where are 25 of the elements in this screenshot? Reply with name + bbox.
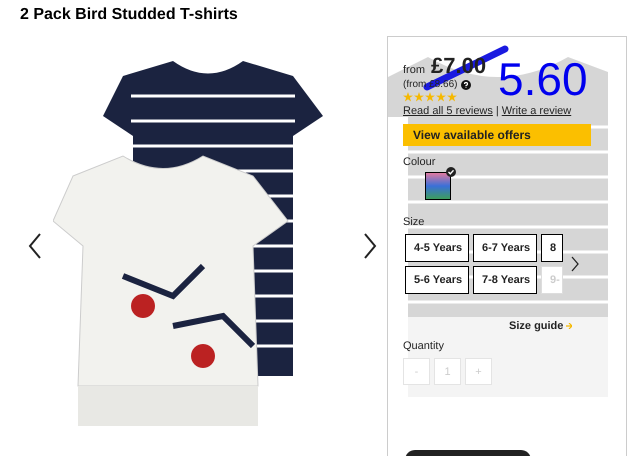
- arrow-icon: [566, 323, 572, 329]
- star-icon: [425, 92, 435, 102]
- product-title: 2 Pack Bird Studded T-shirts: [20, 6, 239, 25]
- size-option[interactable]: 8: [541, 234, 563, 262]
- write-review-link[interactable]: Write a review: [502, 105, 572, 117]
- star-icon: [403, 92, 413, 102]
- size-option[interactable]: 7-8 Years: [473, 266, 537, 294]
- separator: |: [496, 105, 499, 117]
- size-option[interactable]: 5-6 Years: [405, 266, 469, 294]
- read-reviews-link[interactable]: Read all 5 reviews: [403, 105, 493, 117]
- size-label: Size: [403, 216, 426, 228]
- view-offers-button[interactable]: View available offers: [403, 124, 591, 146]
- size-option[interactable]: 6-7 Years: [473, 234, 537, 262]
- from-label: from: [403, 64, 425, 76]
- star-icon: [436, 92, 446, 102]
- check-icon: [446, 167, 456, 177]
- size-guide-link[interactable]: Size guide: [509, 320, 572, 332]
- quantity-label: Quantity: [403, 340, 445, 352]
- colour-swatch[interactable]: [425, 172, 451, 200]
- star-icon: [447, 92, 457, 102]
- colour-label: Colour: [403, 156, 436, 168]
- help-icon[interactable]: [461, 80, 472, 90]
- star-icon: [414, 92, 424, 102]
- size-option[interactable]: 4-5 Years: [405, 234, 469, 262]
- new-price: 5.60: [498, 59, 588, 100]
